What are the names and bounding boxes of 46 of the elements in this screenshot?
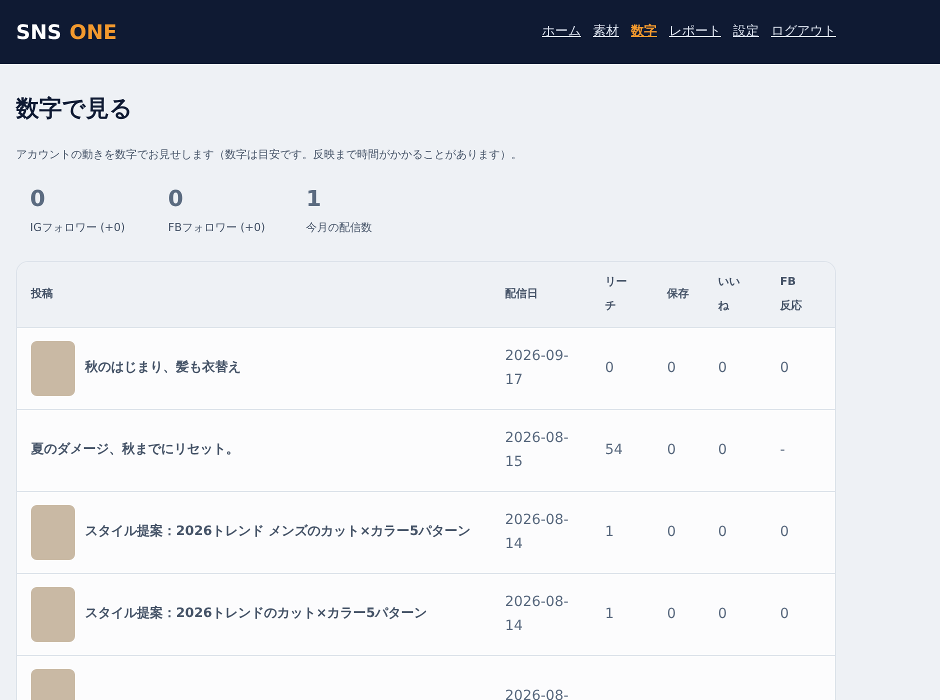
date-cell: 2026-08-14 xyxy=(505,512,569,552)
column-header: いいね xyxy=(718,274,741,314)
page-description: アカウントの動きを数字でお見せします（数字は目安です。反映まで時間がかかることがあります）。 xyxy=(16,146,523,162)
stat-value: 1 xyxy=(306,186,322,214)
metric-cell: - xyxy=(780,442,786,458)
metric-cell: 1 xyxy=(605,606,614,622)
stat-label: 今月の配信数 xyxy=(306,220,373,236)
metric-cell: 0 xyxy=(718,442,727,458)
nav-link[interactable]: レポート xyxy=(669,22,721,42)
metric-cell: 0 xyxy=(718,606,727,622)
column-header: リーチ xyxy=(605,274,628,314)
column-header: 投稿 xyxy=(31,286,53,300)
post-title[interactable]: スタイル提案：2026トレンドのカット×カラー5パターン xyxy=(85,602,428,626)
nav-link[interactable]: 素材 xyxy=(593,22,619,42)
column-header: FB反応 xyxy=(780,274,803,314)
logo[interactable]: SNS ONE xyxy=(16,18,117,46)
metric-cell: 0 xyxy=(605,360,614,376)
date-cell: 2026-08- xyxy=(505,688,569,700)
metric-cell: 0 xyxy=(780,606,789,622)
nav-link[interactable]: 数字 xyxy=(631,22,657,42)
nav-link[interactable]: ログアウト xyxy=(771,22,836,42)
metric-cell: 0 xyxy=(718,524,727,540)
stat-value: 0 xyxy=(168,186,184,214)
metric-cell: 0 xyxy=(780,524,789,540)
metric-cell: 0 xyxy=(718,360,727,376)
metric-cell: 1 xyxy=(605,524,614,540)
stat-label: IGフォロワー (+0) xyxy=(30,220,126,236)
date-cell: 2026-08-15 xyxy=(505,430,569,470)
date-cell: 2026-09-17 xyxy=(505,348,569,388)
column-header: 保存 xyxy=(667,286,690,302)
stat-value: 0 xyxy=(30,186,46,214)
metric-cell: 0 xyxy=(667,442,676,458)
metric-cell: 0 xyxy=(780,360,789,376)
post-title[interactable]: 夏のダメージ、秋までにリセット。 xyxy=(31,438,239,462)
stat-label: FBフォロワー (+0) xyxy=(168,220,266,236)
date-cell: 2026-08-14 xyxy=(505,594,569,634)
page-title: 数字で見る xyxy=(16,95,134,124)
nav-link[interactable]: ホーム xyxy=(542,22,581,42)
metric-cell: 54 xyxy=(605,442,623,458)
post-title[interactable]: 秋のはじまり、髪も衣替え xyxy=(85,356,241,380)
metric-cell: 0 xyxy=(667,524,676,540)
metric-cell: 0 xyxy=(667,606,676,622)
nav-link[interactable]: 設定 xyxy=(733,22,759,42)
column-header: 配信日 xyxy=(505,286,538,300)
metric-cell: 0 xyxy=(667,360,676,376)
post-title[interactable]: スタイル提案：2026トレンド メンズのカット×カラー5パターン xyxy=(85,520,471,544)
